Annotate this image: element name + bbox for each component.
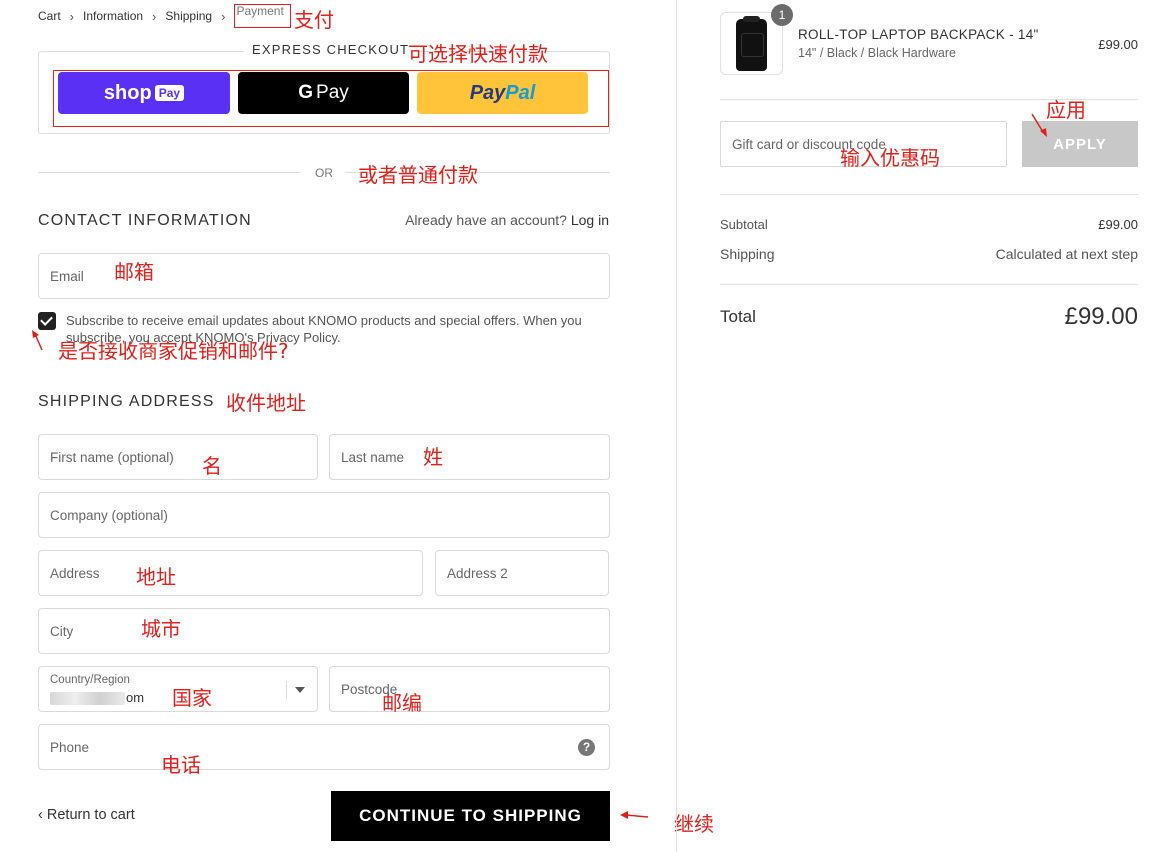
continue-to-shipping-button[interactable]: CONTINUE TO SHIPPING — [331, 791, 610, 841]
last-name-field[interactable]: Last name — [329, 434, 610, 480]
shop-pay-logo: shop — [103, 81, 152, 104]
total-value: £99.00 — [1064, 303, 1138, 330]
annotation-postcode: 邮编 — [382, 691, 422, 715]
address2-placeholder: Address 2 — [447, 566, 508, 581]
select-divider — [286, 681, 287, 699]
address-placeholder: Address — [50, 566, 100, 581]
annotation-address: 地址 — [136, 565, 176, 589]
city-field[interactable]: City — [38, 608, 610, 654]
annotation-email: 邮箱 — [114, 260, 154, 284]
annotation-city: 城市 — [141, 617, 181, 641]
annotation-first-name: 名 — [202, 454, 222, 478]
breadcrumb-payment: Payment — [234, 4, 291, 28]
first-name-placeholder: First name (optional) — [50, 450, 174, 465]
chevron-right-icon: › — [69, 8, 75, 24]
annotation-phone: 电话 — [161, 753, 201, 777]
login-link[interactable]: Log in — [571, 212, 609, 228]
quantity-badge: 1 — [771, 4, 793, 26]
annotation-or: 或者普通付款 — [358, 163, 478, 187]
divider-left — [38, 172, 301, 173]
google-pay-button[interactable]: G Pay — [238, 72, 409, 114]
redacted-country-text — [50, 692, 125, 706]
annotation-subscribe: 是否接收商家促销和邮件? — [58, 339, 289, 363]
breadcrumb: Cart › Information › Shipping › Payment — [38, 4, 291, 28]
shipping-heading: SHIPPING ADDRESS — [38, 393, 215, 410]
annotation-apply: 应用 — [1046, 98, 1086, 122]
annotation-continue: 继续 — [674, 812, 714, 836]
annotation-express: 可选择快速付款 — [408, 42, 548, 66]
company-field[interactable]: Company (optional) — [38, 492, 610, 538]
return-to-cart-label: Return to cart — [46, 807, 135, 823]
summary-divider — [720, 284, 1138, 285]
subtotal-value: £99.00 — [1098, 217, 1138, 232]
chevron-down-icon — [295, 687, 305, 693]
email-placeholder: Email — [50, 269, 84, 284]
address-field[interactable]: Address — [38, 550, 423, 596]
product-price: £99.00 — [1098, 37, 1138, 52]
product-name: ROLL-TOP LAPTOP BACKPACK - 14" — [798, 27, 1039, 42]
company-placeholder: Company (optional) — [50, 508, 168, 523]
chevron-left-icon: ‹ — [38, 807, 43, 823]
breadcrumb-shipping[interactable]: Shipping — [165, 9, 212, 23]
login-prompt: Already have an account? Log in — [405, 212, 609, 228]
annotation-arrow-subscribe — [32, 330, 43, 351]
annotation-arrow-apply — [1031, 113, 1047, 137]
return-to-cart-link[interactable]: ‹ Return to cart — [38, 807, 135, 823]
annotation-arrow-continue — [620, 811, 649, 819]
or-divider-text: OR — [315, 166, 333, 180]
sidebar-divider — [676, 0, 677, 852]
last-name-placeholder: Last name — [341, 450, 405, 465]
shipping-label: Shipping — [720, 246, 775, 262]
paypal-button[interactable]: Pay Pal — [417, 72, 588, 114]
country-value-suffix: om — [126, 690, 145, 705]
google-g-icon: G — [298, 82, 314, 103]
phone-field[interactable]: Phone ? — [38, 724, 610, 770]
paypal-logo-part1: Pay — [469, 81, 506, 104]
express-checkout-title: EXPRESS CHECKOUT — [244, 42, 418, 57]
postcode-field[interactable]: Postcode — [329, 666, 610, 712]
shipping-value: Calculated at next step — [995, 246, 1138, 262]
first-name-field[interactable]: First name (optional) — [38, 434, 318, 480]
help-icon[interactable]: ? — [578, 739, 595, 756]
google-pay-label: Pay — [316, 82, 349, 103]
chevron-right-icon: › — [221, 8, 226, 24]
breadcrumb-information[interactable]: Information — [83, 9, 143, 23]
annotation-payment: 支付 — [294, 8, 334, 32]
annotation-discount: 输入优惠码 — [840, 146, 940, 170]
summary-divider — [720, 194, 1138, 195]
breadcrumb-cart[interactable]: Cart — [38, 9, 61, 23]
product-variant: 14" / Black / Black Hardware — [798, 46, 956, 60]
country-value: om — [50, 690, 145, 706]
annotation-last-name: 姓 — [423, 445, 443, 469]
phone-placeholder: Phone — [50, 740, 90, 755]
country-label: Country/Region — [50, 674, 130, 686]
chevron-right-icon: › — [152, 8, 157, 24]
subtotal-label: Subtotal — [720, 217, 768, 232]
login-prompt-text: Already have an account? — [405, 212, 567, 228]
paypal-logo-part2: Pal — [505, 81, 536, 104]
total-label: Total — [720, 307, 756, 326]
city-placeholder: City — [50, 624, 74, 639]
shop-pay-button[interactable]: shop Pay — [58, 72, 230, 114]
shop-pay-badge: Pay — [154, 85, 185, 101]
annotation-country: 国家 — [172, 686, 212, 710]
address2-field[interactable]: Address 2 — [435, 550, 609, 596]
contact-heading: CONTACT INFORMATION — [38, 212, 252, 229]
backpack-image — [736, 16, 767, 71]
annotation-shipping: 收件地址 — [226, 391, 306, 415]
